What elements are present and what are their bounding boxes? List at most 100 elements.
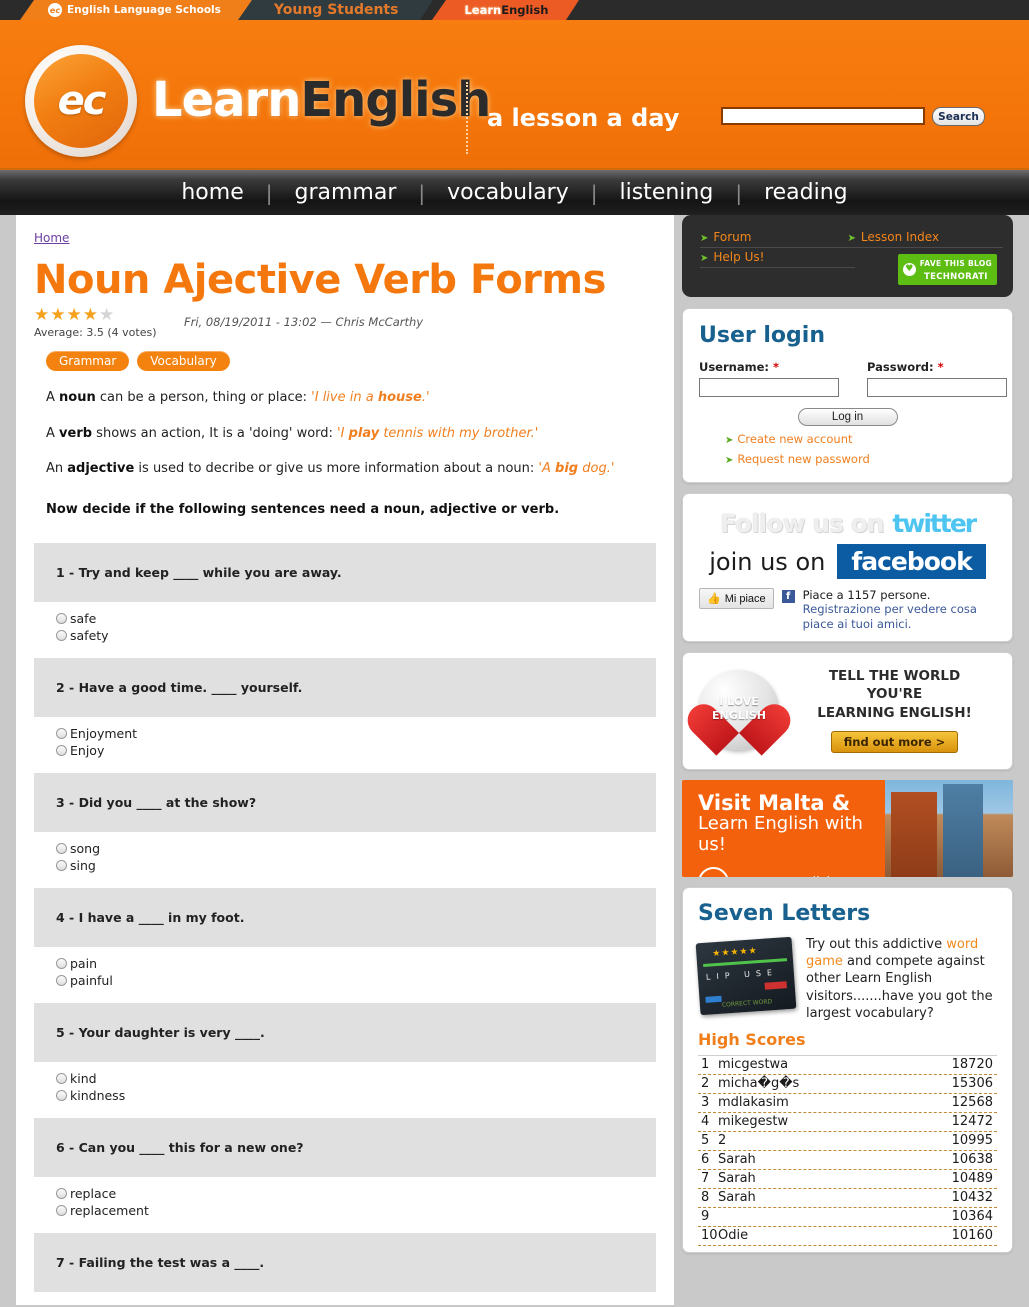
- list-item[interactable]: safety: [56, 627, 656, 644]
- nav-item-grammar[interactable]: grammar: [272, 180, 418, 205]
- option-label: sing: [70, 857, 96, 873]
- question-text: 5 - Your daughter is very ____.: [34, 1002, 656, 1062]
- twitter-logo-text: twitter: [892, 509, 977, 538]
- list-item[interactable]: kindness: [56, 1087, 656, 1104]
- search-button[interactable]: Search: [932, 107, 985, 126]
- login-button[interactable]: Log in: [797, 408, 898, 426]
- radio-icon[interactable]: [56, 842, 67, 854]
- like-register-link[interactable]: Registrazione per vedere cosa: [803, 602, 977, 616]
- facebook-join-banner[interactable]: join us on facebook: [697, 544, 998, 579]
- option-group: Enjoyment Enjoy: [34, 716, 656, 773]
- quiz-question-7: 7 - Failing the test was a ____.: [34, 1232, 656, 1292]
- brand-tab-strip: ec English Language Schools Young Studen…: [0, 0, 1029, 20]
- quiz-question-3: 3 - Did you ____ at the show? song sing: [34, 772, 656, 888]
- text: A: [46, 425, 60, 441]
- love-line-1: TELL THE WORLD: [828, 668, 961, 685]
- nav-item-vocabulary[interactable]: vocabulary: [425, 180, 591, 205]
- list-item[interactable]: Enjoyment: [56, 725, 656, 742]
- radio-icon[interactable]: [56, 727, 67, 739]
- radio-icon[interactable]: [56, 1204, 67, 1216]
- link-label: Forum: [713, 230, 752, 244]
- tab-label-english: English: [501, 3, 549, 17]
- text: is used to decribe or give us more infor…: [134, 461, 539, 477]
- table-row: 2 micha�g�s 15306: [698, 1075, 997, 1095]
- star-rating[interactable]: ★★★★★: [34, 307, 184, 324]
- score-value: 10364: [951, 1209, 993, 1225]
- chevron-right-icon: ➤: [700, 233, 709, 244]
- high-scores-heading: High Scores: [698, 1030, 806, 1050]
- tag-vocabulary[interactable]: Vocabulary: [137, 351, 230, 371]
- search-input[interactable]: [721, 107, 925, 125]
- request-password-link[interactable]: ➤ Request new password: [725, 452, 996, 466]
- nav-separator: |: [265, 180, 273, 205]
- tag-grammar[interactable]: Grammar: [46, 351, 130, 371]
- score-name: Sarah: [718, 1171, 756, 1187]
- tab-young-students[interactable]: Young Students: [237, 0, 433, 20]
- page-title: Noun Ajective Verb Forms: [34, 257, 606, 303]
- username-input[interactable]: [699, 378, 839, 397]
- like-count-text: Piace a 1157 persone.: [802, 588, 931, 602]
- radio-icon[interactable]: [56, 1072, 67, 1084]
- tab-english-language-schools[interactable]: ec English Language Schools: [20, 0, 252, 20]
- find-out-more-button[interactable]: find out more >: [830, 730, 959, 753]
- sidebar: ➤ Forum ➤ Help Us! ➤ Lesson Index ♥ FAVE TH…: [682, 215, 1013, 1305]
- i-love-english-badge[interactable]: I LOVE ENGLISH: [699, 669, 779, 750]
- facebook-join-text: join us on: [709, 547, 826, 576]
- twitter-follow-banner[interactable]: Follow us on twitter: [697, 511, 998, 536]
- term: verb: [59, 425, 93, 441]
- facebook-like-button[interactable]: 👍 Mi piace: [699, 588, 774, 609]
- radio-icon[interactable]: [56, 629, 67, 641]
- list-item[interactable]: Enjoy: [56, 742, 656, 759]
- heart-icon: ♥: [902, 262, 916, 276]
- text: An: [46, 461, 68, 477]
- facebook-icon: f: [781, 590, 795, 603]
- list-item[interactable]: sing: [56, 857, 656, 874]
- nav-item-listening[interactable]: listening: [598, 180, 736, 205]
- option-group: replace replacement: [34, 1176, 656, 1233]
- sidebar-item-lesson-index[interactable]: ➤ Lesson Index: [847, 228, 1003, 248]
- radio-icon[interactable]: [56, 612, 67, 624]
- malta-ad-banner[interactable]: Visit Malta & Learn English with us! ec …: [682, 779, 1013, 877]
- nav-item-home[interactable]: home: [159, 180, 265, 205]
- main-navigation: home | grammar | vocabulary | listening …: [0, 168, 1029, 215]
- score-name: 2: [718, 1133, 727, 1149]
- link-label: Help Us!: [713, 250, 765, 264]
- create-account-link[interactable]: ➤ Create new account: [725, 432, 996, 446]
- list-item[interactable]: kind: [56, 1070, 656, 1087]
- technorati-badge[interactable]: ♥ FAVE THIS BLOG TECHNORATI: [897, 253, 997, 285]
- option-label: pain: [70, 955, 97, 971]
- score-name: Sarah: [718, 1152, 756, 1168]
- password-label: Password: *: [867, 360, 944, 374]
- definition-noun: A noun can be a person, thing or place: …: [46, 389, 656, 407]
- term: adjective: [67, 461, 135, 477]
- sidebar-item-help-us[interactable]: ➤ Help Us!: [700, 248, 855, 268]
- list-item[interactable]: pain: [56, 955, 656, 972]
- list-item[interactable]: painful: [56, 972, 656, 989]
- heart-line-2: ENGLISH: [712, 708, 766, 722]
- breadcrumb-home-link[interactable]: Home: [34, 231, 69, 245]
- radio-icon[interactable]: [56, 744, 67, 756]
- radio-icon[interactable]: [56, 859, 67, 871]
- password-input[interactable]: [867, 378, 1007, 397]
- radio-icon[interactable]: [56, 1187, 67, 1199]
- radio-icon[interactable]: [56, 974, 67, 986]
- required-mark: *: [773, 360, 780, 374]
- score-rank: 7: [701, 1171, 710, 1187]
- like-register-link-2[interactable]: piace ai tuoi amici.: [803, 617, 912, 631]
- list-item[interactable]: safe: [56, 610, 656, 627]
- quiz-question-2: 2 - Have a good time. ____ yourself. Enj…: [34, 657, 656, 773]
- list-item[interactable]: song: [56, 840, 656, 857]
- ec-logo-icon: ec: [48, 3, 62, 17]
- tab-learn-english[interactable]: Learn English: [432, 0, 580, 20]
- breadcrumb: Home: [34, 231, 656, 246]
- malta-subheadline: Learn English with us!: [698, 813, 863, 856]
- list-item[interactable]: replacement: [56, 1202, 656, 1219]
- nav-item-reading[interactable]: reading: [742, 180, 870, 205]
- game-thumbnail[interactable]: ★★★★★ LIP USE CORRECT WORD: [695, 936, 797, 1016]
- radio-icon[interactable]: [56, 957, 67, 969]
- malta-url: www.ecenglish.com: [738, 875, 867, 877]
- list-item[interactable]: replace: [56, 1185, 656, 1202]
- sidebar-item-forum[interactable]: ➤ Forum: [700, 228, 855, 248]
- ec-logo-icon[interactable]: ec: [25, 45, 137, 157]
- radio-icon[interactable]: [56, 1089, 67, 1101]
